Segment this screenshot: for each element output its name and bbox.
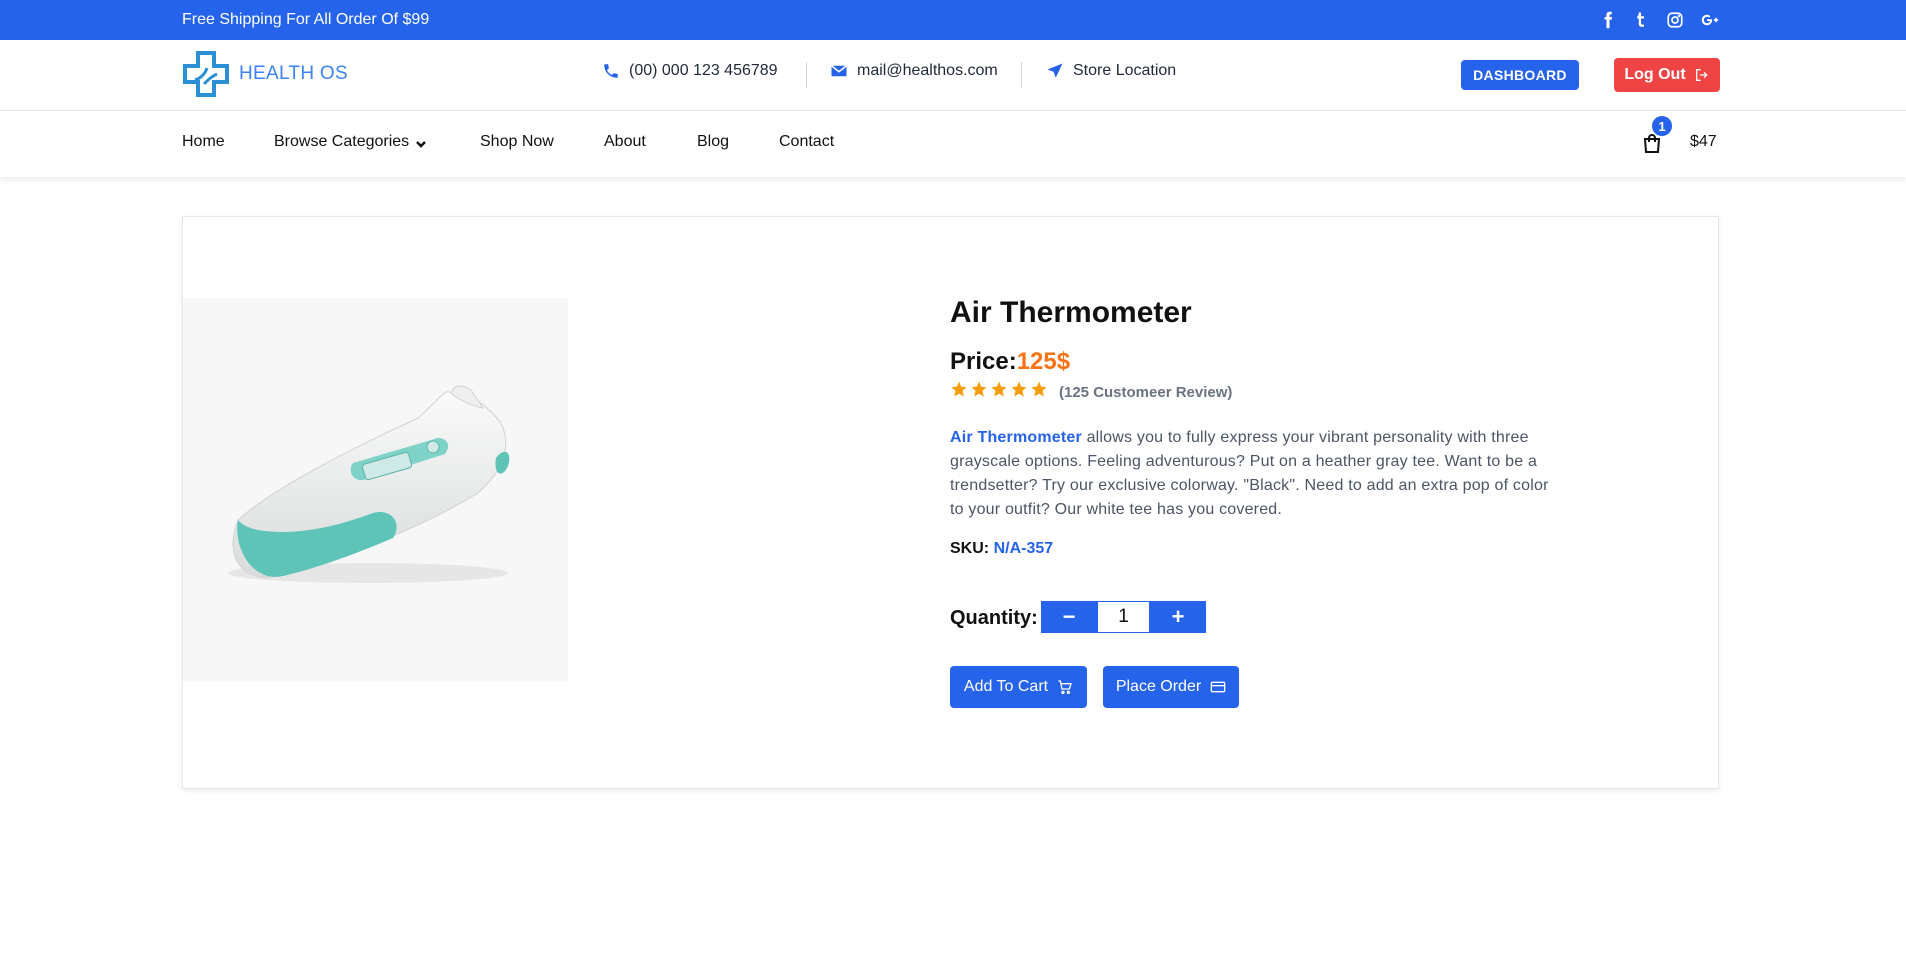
phone-contact[interactable]: (00) 000 123 456789 [602,62,778,80]
product-sku: SKU: N/A-357 [950,540,1053,558]
sku-label: SKU: [950,540,990,557]
store-location-label: Store Location [1073,62,1177,79]
cross-logo-icon [183,51,229,97]
envelope-icon [831,65,847,77]
quantity-decrease-button[interactable]: − [1041,601,1097,633]
brand-name: HEALTH OS [239,63,348,84]
location-arrow-icon [1047,63,1063,78]
credit-card-icon [1210,681,1226,693]
instagram-icon[interactable] [1664,9,1686,31]
product-price: Price:125$ [950,348,1070,376]
nav-browse-categories-label: Browse Categories [274,133,410,150]
star-icon [951,381,967,397]
nav-blog[interactable]: Blog [697,133,729,151]
place-order-label: Place Order [1115,678,1202,695]
header-divider [806,62,807,88]
cart-count-badge: 1 [1652,116,1672,136]
email-contact[interactable]: mail@healthos.com [830,62,998,80]
nav-browse-categories[interactable]: Browse Categories [274,133,427,151]
header-divider [1021,62,1022,88]
site-logo[interactable]: HEALTH OS [182,50,348,98]
phone-number: (00) 000 123 456789 [629,62,778,79]
logout-button[interactable]: Log Out [1614,58,1720,92]
add-to-cart-button[interactable]: Add To Cart [950,666,1087,708]
price-value: 125$ [1016,348,1071,375]
logout-icon [1695,69,1708,81]
add-to-cart-label: Add To Cart [963,678,1049,695]
nav-contact[interactable]: Contact [779,133,834,151]
star-icon [971,381,987,397]
phone-icon [604,64,618,78]
nav-home[interactable]: Home [182,133,225,151]
cart-icon [1058,680,1073,694]
dashboard-button[interactable]: DASHBOARD [1461,60,1579,90]
site-header: HEALTH OS (00) 000 123 456789 mail@healt… [0,40,1906,111]
product-title: Air Thermometer [950,296,1192,329]
quantity-increase-button[interactable]: + [1150,601,1206,633]
star-icon [1011,381,1027,397]
description-product-name[interactable]: Air Thermometer [950,429,1082,446]
product-image [183,298,568,681]
top-announcement-bar: Free Shipping For All Order Of $99 [0,0,1906,40]
logout-label: Log Out [1624,66,1686,83]
sku-value: N/A-357 [993,540,1054,557]
quantity-input[interactable]: 1 [1097,601,1150,633]
place-order-button[interactable]: Place Order [1103,666,1239,708]
quantity-label: Quantity: [950,607,1038,629]
star-icon [991,381,1007,397]
shipping-text: Free Shipping For All Order Of $99 [182,11,430,28]
review-count: (125 Customeer Review) [1059,384,1233,401]
cart-total: $47 [1690,133,1717,150]
facebook-icon[interactable] [1597,9,1619,31]
product-description: Air Thermometer allows you to fully expr… [950,426,1550,522]
rating-stars [950,380,1050,398]
price-label: Price: [950,348,1017,375]
thermometer-image [228,385,510,583]
email-address: mail@healthos.com [857,62,998,79]
tumblr-icon[interactable] [1630,9,1652,31]
store-location-link[interactable]: Store Location [1046,62,1176,80]
star-icon [1031,381,1047,397]
chevron-down-icon [416,141,427,148]
google-plus-icon[interactable] [1699,9,1721,31]
nav-about[interactable]: About [604,133,646,151]
main-navigation: Home Browse Categories Shop Now About Bl… [0,111,1906,177]
nav-shop-now[interactable]: Shop Now [480,133,554,151]
